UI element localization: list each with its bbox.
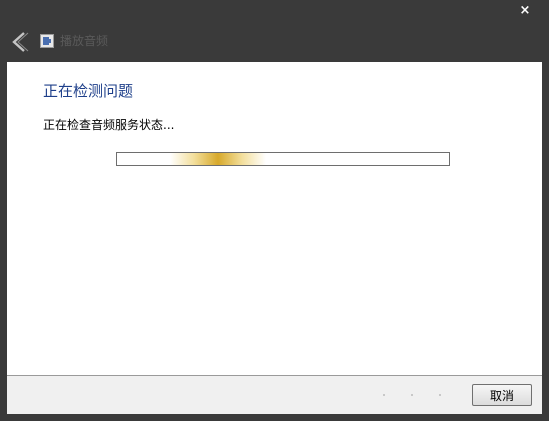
divider-dot — [411, 394, 413, 396]
audio-troubleshooter-icon — [40, 34, 54, 48]
window-title: 播放音频 — [60, 34, 109, 48]
page-heading: 正在检测问题 — [43, 82, 134, 100]
progress-indicator — [170, 153, 267, 165]
close-icon: × — [519, 3, 531, 18]
back-button[interactable] — [8, 30, 32, 54]
divider-dot — [383, 394, 385, 396]
footer-bar: 取消 — [7, 375, 542, 414]
status-text: 正在检查音频服务状态... — [43, 118, 175, 132]
cancel-button[interactable]: 取消 — [472, 384, 532, 406]
title-bar: × 播放音频 — [0, 0, 549, 62]
close-button[interactable]: × — [508, 0, 542, 22]
divider-dot — [439, 394, 441, 396]
back-arrow-icon — [12, 32, 29, 52]
troubleshooter-window: × 播放音频 正在检测问题 正在检查音频服务状态... 取消 — [0, 0, 549, 421]
main-content: 正在检测问题 正在检查音频服务状态... — [7, 62, 542, 375]
progress-bar — [116, 152, 450, 166]
